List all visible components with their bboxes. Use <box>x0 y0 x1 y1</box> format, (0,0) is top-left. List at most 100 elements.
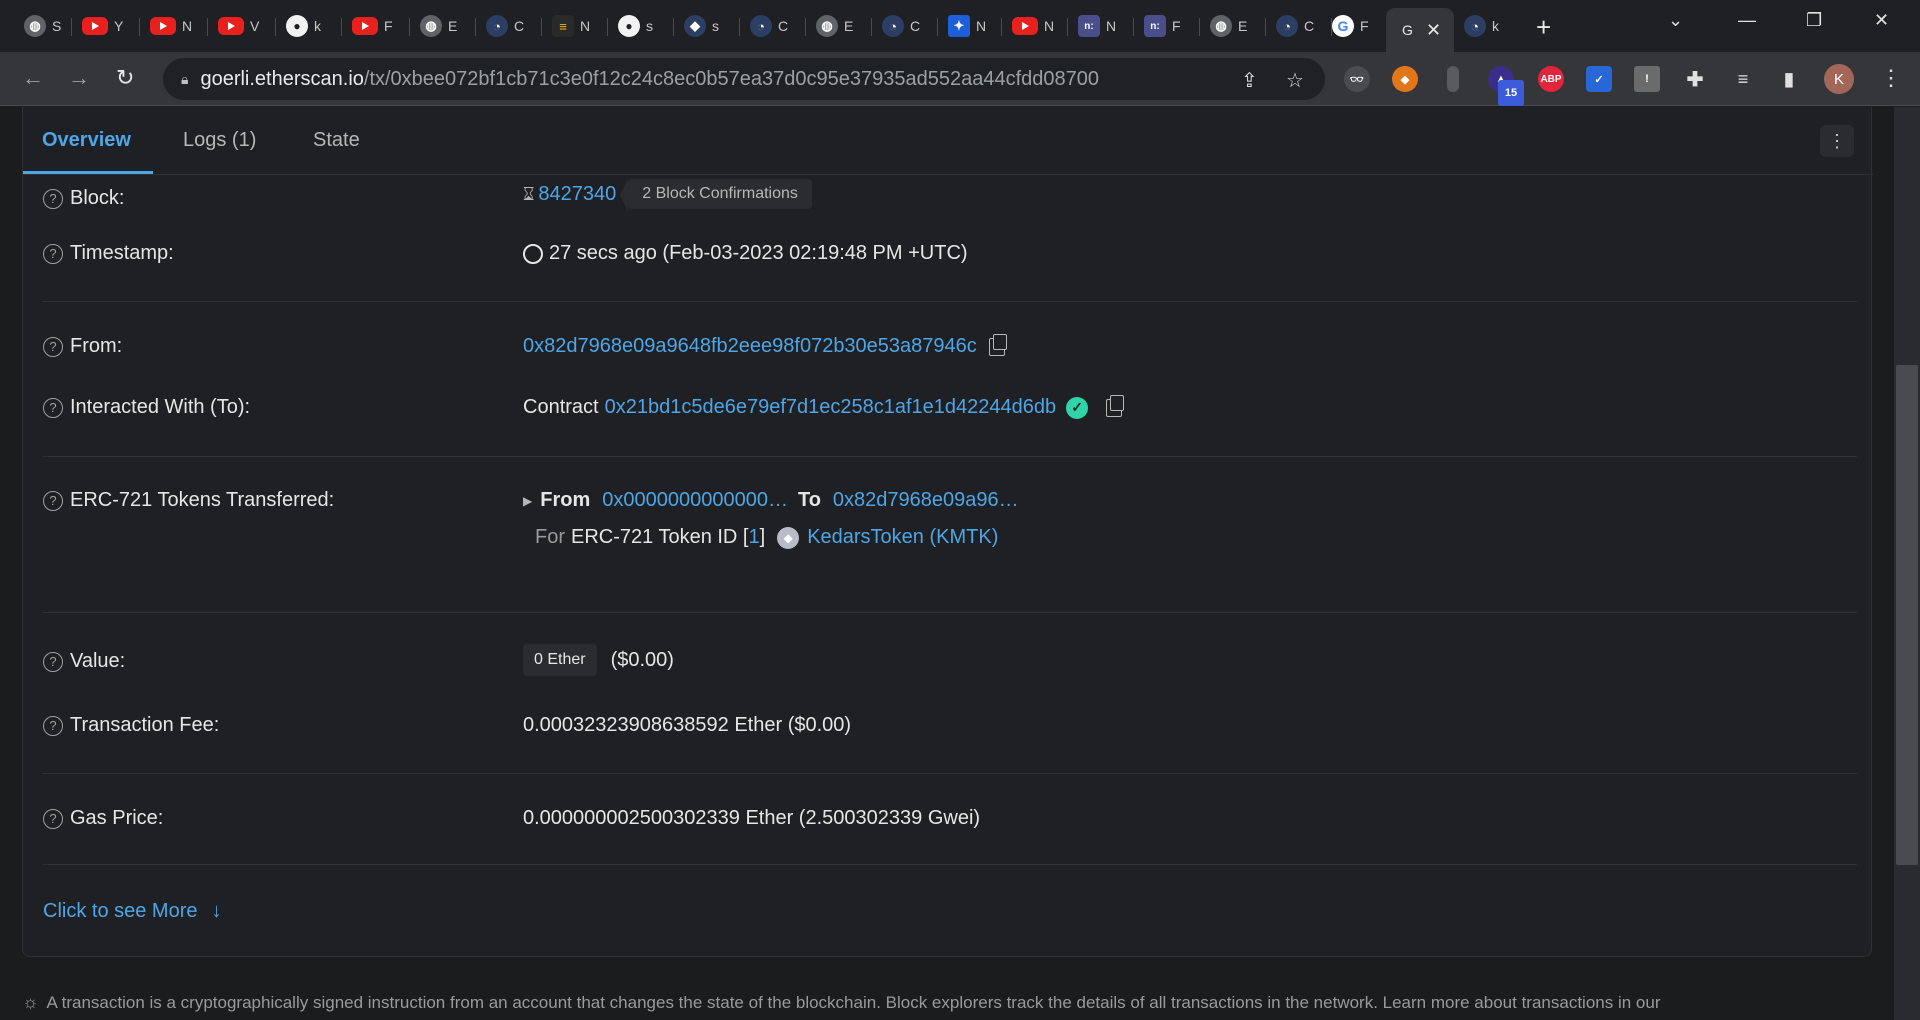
more-options-icon[interactable]: ⋮ <box>1820 125 1854 157</box>
help-icon[interactable]: ? <box>43 651 63 672</box>
tab-logs[interactable]: Logs (1) <box>183 129 256 152</box>
browser-tab[interactable]: ≡ N <box>542 8 608 44</box>
reload-icon[interactable]: ↻ <box>116 65 134 91</box>
copy-icon[interactable] <box>988 333 1007 356</box>
check-ext-icon[interactable]: ✓ <box>1586 66 1612 92</box>
help-icon[interactable]: ? <box>43 188 63 209</box>
browser-tab[interactable]: ◍ E <box>806 8 872 44</box>
address-bar[interactable]: 🔒︎ goerli.etherscan.io/tx/0xbee072bf1cb7… <box>163 58 1325 100</box>
share-icon[interactable]: ⇪ <box>1241 68 1258 93</box>
metamask-icon[interactable]: ◆ <box>1392 66 1418 92</box>
blue-square-icon: ✦ <box>948 15 970 37</box>
browser-tab[interactable]: ● k <box>276 8 342 44</box>
browser-tab[interactable]: ✦ N <box>938 8 1002 44</box>
erc721-from-link[interactable]: 0x0000000000000… <box>602 489 788 512</box>
token-id-link[interactable]: 1 <box>749 526 760 549</box>
browser-tab[interactable]: ◍ E <box>1200 8 1266 44</box>
close-window-icon[interactable]: ✕ <box>1874 10 1889 31</box>
browser-tab[interactable]: Y <box>72 8 140 44</box>
arrow-down-icon: ↓ <box>211 900 222 922</box>
back-icon[interactable]: ← <box>22 65 44 91</box>
media-queue-icon[interactable]: ≡ <box>1730 66 1756 92</box>
browser-tab[interactable]: ◔ C <box>872 8 938 44</box>
divider <box>43 456 1857 457</box>
restore-icon[interactable]: ❐ <box>1806 10 1822 31</box>
help-icon[interactable]: ? <box>43 336 63 357</box>
adblock-icon[interactable]: ABP <box>1538 66 1564 92</box>
diamond-icon: ◆ <box>684 15 706 37</box>
divider <box>43 864 1857 865</box>
notion-like-icon: n: <box>1144 15 1166 37</box>
browser-tab[interactable]: ◔ k <box>1454 8 1520 44</box>
browser-tab[interactable]: n: F <box>1134 8 1200 44</box>
contract-prefix: Contract <box>523 396 599 418</box>
globe-icon: ◍ <box>1210 15 1232 37</box>
active-tab-indicator <box>23 171 153 174</box>
from-word: From <box>540 489 591 511</box>
erc721-token-line: For ERC-721 Token ID [1] ◆ KedarsToken (… <box>535 526 998 549</box>
incognito-ext-icon[interactable]: 👓︎ <box>1344 66 1370 92</box>
divider <box>43 301 1857 302</box>
erc721-to-link[interactable]: 0x82d7968e09a96… <box>833 489 1019 512</box>
extension-icon[interactable] <box>1447 66 1459 92</box>
scrollbar-thumb[interactable] <box>1896 365 1918 865</box>
menu-icon[interactable]: ⋮ <box>1880 65 1902 91</box>
new-tab-button[interactable]: + <box>1536 12 1551 43</box>
browser-tab[interactable]: ◔ C <box>740 8 806 44</box>
to-word: To <box>797 489 821 511</box>
etherscan-icon: ◔ <box>486 15 508 37</box>
fee-label: ? Transaction Fee: <box>43 714 219 737</box>
browser-tab-active[interactable]: G ✕ <box>1386 8 1454 52</box>
profile-avatar[interactable]: K <box>1824 64 1854 94</box>
help-icon[interactable]: ? <box>43 715 63 736</box>
globe-icon: ◍ <box>24 15 46 37</box>
tab-search-icon[interactable]: ⌄ <box>1668 10 1683 31</box>
help-icon[interactable]: ? <box>43 397 63 418</box>
forward-icon[interactable]: → <box>68 65 90 91</box>
bookmark-star-icon[interactable]: ☆ <box>1286 68 1304 93</box>
help-icon[interactable]: ? <box>43 243 63 264</box>
browser-tab[interactable]: n: N <box>1068 8 1134 44</box>
tab-overview[interactable]: Overview <box>42 129 131 152</box>
contract-address-link[interactable]: 0x21bd1c5de6e79ef7d1ec258c1af1e1d42244d6… <box>605 396 1057 419</box>
confirmations-badge: 2 Block Confirmations <box>620 179 812 211</box>
browser-tab[interactable]: N <box>140 8 208 44</box>
block-value: ⌛︎ 8427340 2 Block Confirmations <box>523 179 812 211</box>
hourglass-icon: ⌛︎ <box>523 183 535 204</box>
browser-tab[interactable]: GF <box>1322 8 1386 44</box>
block-number-link[interactable]: 8427340 <box>538 183 616 206</box>
close-icon[interactable]: ✕ <box>1426 20 1441 41</box>
block-label: ? Block: <box>43 187 124 210</box>
browser-tab[interactable]: N <box>1002 8 1068 44</box>
puzzle-extensions-icon[interactable]: ✚ <box>1682 66 1708 92</box>
divider <box>43 612 1857 613</box>
help-icon[interactable]: ? <box>43 490 63 511</box>
value-row: ? Value: 0 Ether ($0.00) <box>43 642 1857 682</box>
page-scrollbar[interactable] <box>1894 107 1920 1020</box>
browser-tab[interactable]: ◆ s <box>674 8 740 44</box>
more-label: Click to see More <box>43 900 198 922</box>
browser-tab[interactable]: V <box>208 8 276 44</box>
browser-tab[interactable]: ◍ S <box>14 8 72 44</box>
browser-tab[interactable]: ◍ E <box>410 8 476 44</box>
from-address-link[interactable]: 0x82d7968e09a9648fb2eee98f072b30e53a8794… <box>523 335 977 358</box>
caret-right-icon[interactable]: ▶ <box>523 494 532 508</box>
minimize-icon[interactable]: — <box>1738 10 1756 31</box>
divider <box>43 773 1857 774</box>
copy-icon[interactable] <box>1106 394 1125 417</box>
help-icon[interactable]: ? <box>43 808 63 829</box>
click-to-see-more-link[interactable]: Click to see More ↓ <box>43 900 222 923</box>
value-label: ? Value: <box>43 650 125 673</box>
browser-tab[interactable]: F <box>342 8 410 44</box>
token-name-link[interactable]: KedarsToken (KMTK) <box>807 526 998 549</box>
red-ext-icon[interactable]: ! <box>1634 66 1660 92</box>
globe-icon: ◍ <box>816 15 838 37</box>
token-id-close: ] <box>759 526 766 548</box>
browser-tab[interactable]: ◔ C <box>476 8 542 44</box>
globe-icon: ◍ <box>420 15 442 37</box>
url-text[interactable]: goerli.etherscan.io/tx/0xbee072bf1cb71c3… <box>200 68 1099 91</box>
browser-tab[interactable]: ● s <box>608 8 674 44</box>
erc721-transfer-line: ▶ From 0x0000000000000… To 0x82d7968e09a… <box>523 489 1019 512</box>
side-panel-icon[interactable]: ▮ <box>1776 66 1802 92</box>
tab-state[interactable]: State <box>313 129 360 152</box>
